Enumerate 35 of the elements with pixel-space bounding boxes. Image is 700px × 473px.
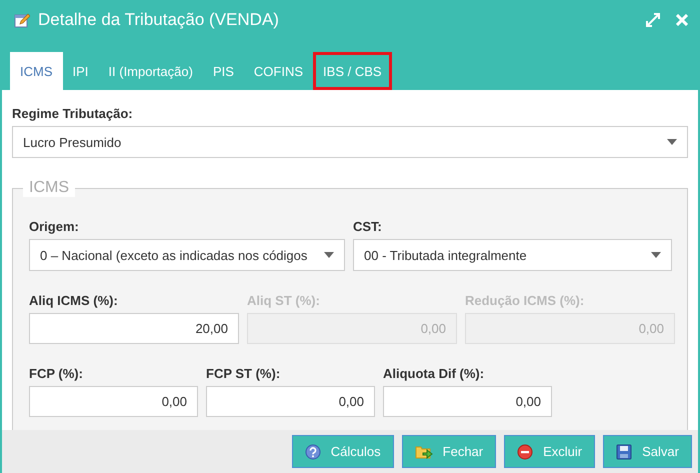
tab[interactable]: PIS bbox=[202, 52, 244, 90]
tab[interactable]: IBS / CBS bbox=[313, 52, 392, 90]
tab[interactable]: II (Importação) bbox=[98, 52, 203, 90]
input-field[interactable]: 0,00 bbox=[29, 386, 198, 417]
input-field[interactable]: 20,00 bbox=[29, 313, 239, 344]
input-field[interactable]: 0,00 bbox=[383, 386, 552, 417]
field-label: Regime Tributação: bbox=[12, 106, 134, 121]
field-label: Aliq ICMS (%): bbox=[29, 293, 119, 308]
section-legend: ICMS bbox=[23, 179, 75, 197]
tab[interactable]: IPI bbox=[62, 52, 98, 90]
footer-button[interactable]: Salvar bbox=[603, 435, 692, 468]
close-icon[interactable] bbox=[676, 14, 688, 26]
field-label: FCP (%): bbox=[29, 366, 84, 381]
footer-button[interactable]: Cálculos bbox=[292, 435, 394, 468]
input-field[interactable]: 0,00 bbox=[206, 386, 375, 417]
footer-button[interactable]: Fechar bbox=[402, 435, 496, 468]
save-icon bbox=[616, 444, 632, 460]
field-label: FCP ST (%): bbox=[206, 366, 282, 381]
maximize-icon[interactable] bbox=[646, 13, 660, 27]
folder-arrow-icon bbox=[414, 444, 433, 460]
regime-select[interactable]: Lucro Presumido bbox=[12, 126, 688, 158]
field-label: Redução ICMS (%): bbox=[465, 293, 586, 308]
field-label: Aliq ST (%): bbox=[247, 293, 321, 308]
field-label: CST: bbox=[353, 219, 383, 234]
window-title: Detalhe da Tributação (VENDA) bbox=[38, 10, 280, 30]
tab[interactable]: ICMS bbox=[10, 52, 62, 90]
edit-icon bbox=[14, 12, 30, 28]
help-icon bbox=[304, 444, 321, 460]
delete-icon bbox=[517, 444, 534, 460]
select-field[interactable]: 00 - Tributada integralmente bbox=[353, 239, 672, 271]
field-label: Origem: bbox=[29, 219, 80, 234]
tab[interactable]: COFINS bbox=[244, 52, 314, 90]
field-label: Aliquota Dif (%): bbox=[383, 366, 486, 381]
footer-button[interactable]: Excluir bbox=[504, 435, 596, 468]
select-field[interactable]: 0 – Nacional (exceto as indicadas nos códigos bbox=[29, 239, 345, 271]
